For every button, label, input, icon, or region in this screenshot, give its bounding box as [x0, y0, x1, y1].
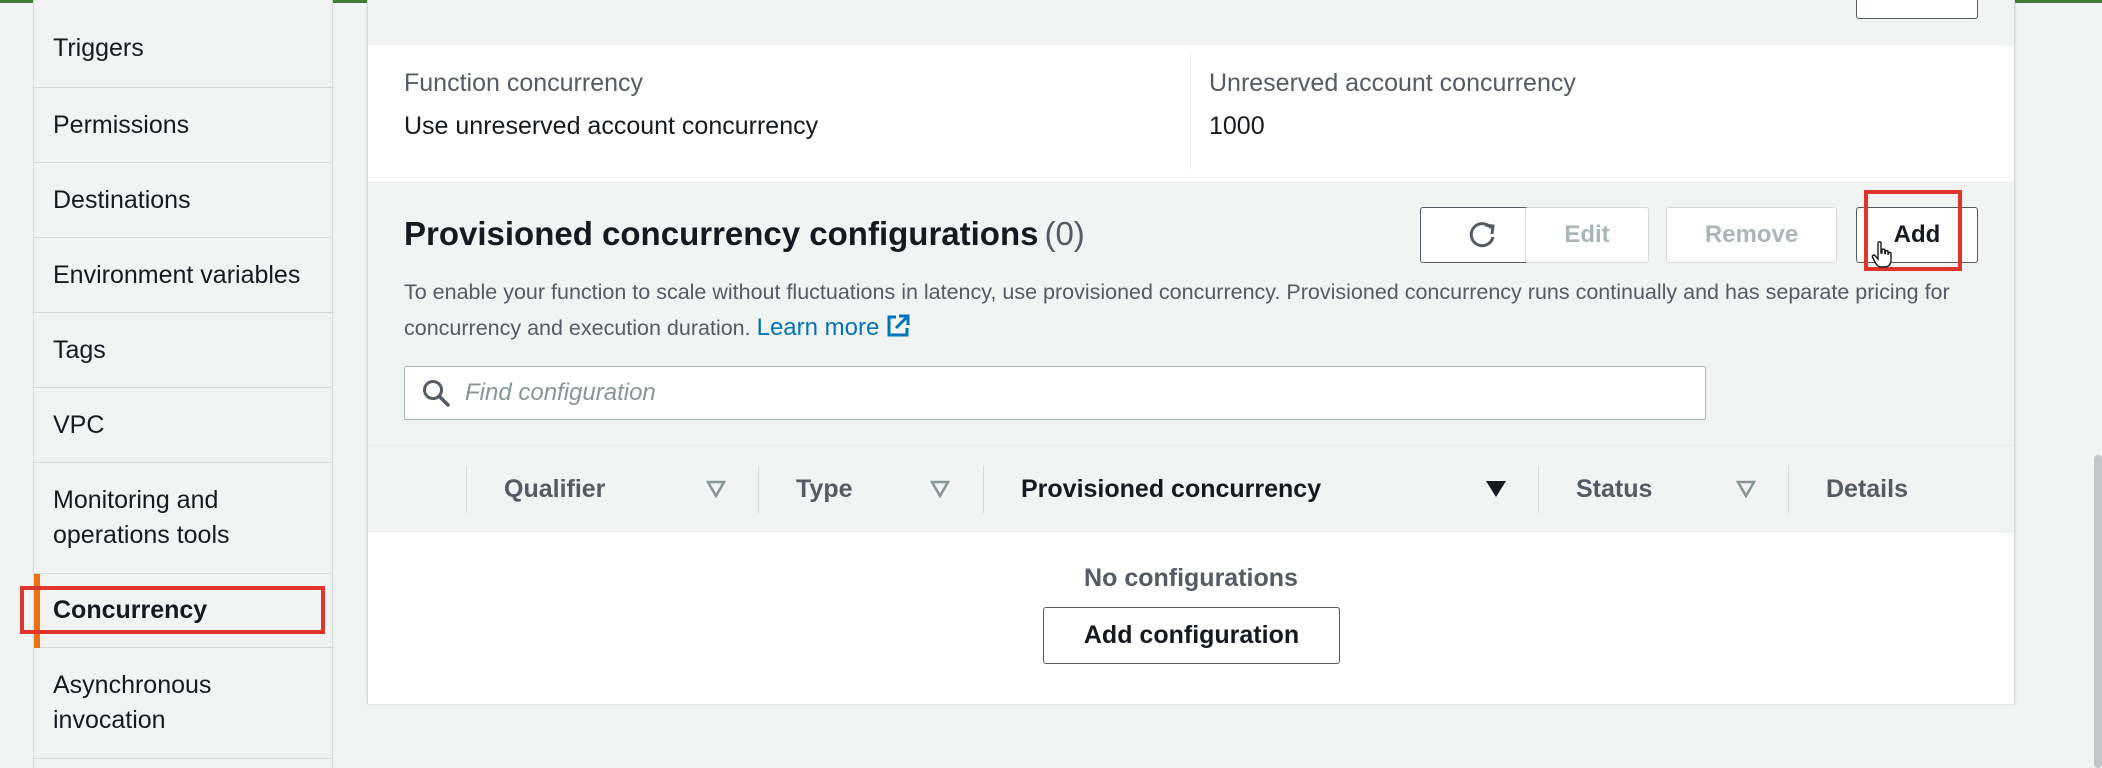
learn-more-text: Learn more	[756, 314, 880, 341]
add-configuration-label: Add configuration	[1083, 621, 1300, 649]
function-concurrency-label: Function concurrency	[404, 69, 644, 97]
sidebar-item-label: Destinations	[53, 185, 191, 214]
column-details-label: Details	[1826, 475, 1908, 503]
sidebar-item-label: Triggers	[53, 34, 144, 62]
provisioned-description: To enable your function to scale without…	[404, 274, 1984, 346]
sort-type-icon[interactable]	[930, 480, 950, 498]
sidebar-item-label: VPC	[53, 410, 105, 439]
empty-state-text: No configurations	[1084, 564, 1298, 592]
remove-button[interactable]: Remove	[1666, 207, 1837, 263]
provisioned-title: Provisioned concurrency configurations (0…	[404, 215, 1085, 253]
column-type[interactable]: Type	[796, 446, 853, 533]
unreserved-concurrency-value: 1000	[1209, 112, 1265, 140]
unreserved-concurrency-label: Unreserved account concurrency	[1209, 69, 1576, 97]
sort-provisioned-active-icon[interactable]	[1485, 480, 1507, 498]
sidebar-item-destinations[interactable]: Destinations	[34, 163, 332, 238]
column-qualifier-label: Qualifier	[504, 475, 606, 503]
sidebar-item-label: Monitoring and operations tools	[53, 486, 230, 549]
sidebar-item-permissions[interactable]: Permissions	[34, 88, 332, 163]
unreserved-concurrency: Unreserved account concurrency 1000	[1209, 69, 1576, 141]
panel-header	[368, 0, 2014, 45]
column-divider	[1190, 53, 1191, 170]
sidebar-item-tags[interactable]: Tags	[34, 313, 332, 388]
column-qualifier[interactable]: Qualifier	[504, 446, 605, 533]
remove-button-label: Remove	[1704, 221, 1799, 248]
sidebar-item-label: Permissions	[53, 110, 190, 139]
header-edit-button[interactable]	[1856, 0, 1978, 19]
sidebar-item-vpc[interactable]: VPC	[34, 388, 332, 463]
find-configuration-input[interactable]	[465, 379, 1665, 407]
column-separator	[758, 466, 759, 513]
sidebar-item-label: Environment variables	[53, 260, 301, 289]
add-button-label: Add	[1893, 221, 1941, 248]
provisioned-title-text: Provisioned concurrency configurations	[404, 215, 1039, 252]
column-separator	[983, 466, 984, 513]
column-provisioned-concurrency[interactable]: Provisioned concurrency	[1021, 446, 1321, 533]
column-type-label: Type	[796, 475, 853, 503]
sort-status-icon[interactable]	[1736, 480, 1756, 498]
description-text: To enable your function to scale without…	[404, 280, 1950, 340]
column-separator	[1538, 466, 1539, 513]
provisioned-concurrency-section: Provisioned concurrency configurations (0…	[368, 182, 2014, 704]
sidebar-item-monitoring[interactable]: Monitoring and operations tools	[34, 463, 332, 574]
edit-button[interactable]: Edit	[1525, 207, 1649, 263]
edit-button-label: Edit	[1564, 221, 1610, 248]
sidebar-nav: Triggers Permissions Destinations Enviro…	[33, 0, 333, 768]
search-icon	[423, 380, 450, 407]
sidebar-item-label: Asynchronous invocation	[53, 671, 212, 734]
hand-cursor-icon	[1871, 241, 1892, 268]
sidebar-item-async-invocation[interactable]: Asynchronous invocation	[34, 648, 332, 759]
provisioned-count: (0)	[1044, 215, 1085, 252]
search-bar	[404, 366, 1706, 420]
function-concurrency-value: Use unreserved account concurrency	[404, 112, 819, 140]
sidebar-item-label: Concurrency	[53, 596, 208, 624]
column-status-label: Status	[1576, 475, 1653, 503]
column-details: Details	[1826, 446, 1908, 533]
concurrency-panel: Function concurrency Use unreserved acco…	[367, 0, 2015, 704]
sort-qualifier-icon[interactable]	[706, 480, 726, 498]
column-separator	[1788, 466, 1789, 513]
sidebar-item-triggers[interactable]: Triggers	[34, 0, 332, 88]
function-concurrency: Function concurrency Use unreserved acco…	[404, 69, 818, 141]
sidebar-item-concurrency[interactable]: Concurrency	[34, 574, 332, 648]
column-provisioned-label: Provisioned concurrency	[1021, 475, 1322, 503]
active-item-indicator	[34, 574, 40, 648]
page-scrollbar[interactable]	[2094, 455, 2102, 768]
column-status[interactable]: Status	[1576, 446, 1652, 533]
learn-more-link[interactable]: Learn more	[757, 314, 912, 341]
table-body: No configurations Add configuration	[368, 532, 2014, 704]
sidebar-item-environment-variables[interactable]: Environment variables	[34, 238, 332, 313]
refresh-icon	[1469, 222, 1495, 248]
column-separator	[466, 466, 467, 513]
table-header: Qualifier Type Provisioned concurrency S…	[368, 445, 2014, 532]
external-link-icon	[887, 314, 910, 337]
sidebar-item-label: Tags	[53, 335, 106, 364]
add-configuration-button[interactable]: Add configuration	[1043, 607, 1340, 664]
